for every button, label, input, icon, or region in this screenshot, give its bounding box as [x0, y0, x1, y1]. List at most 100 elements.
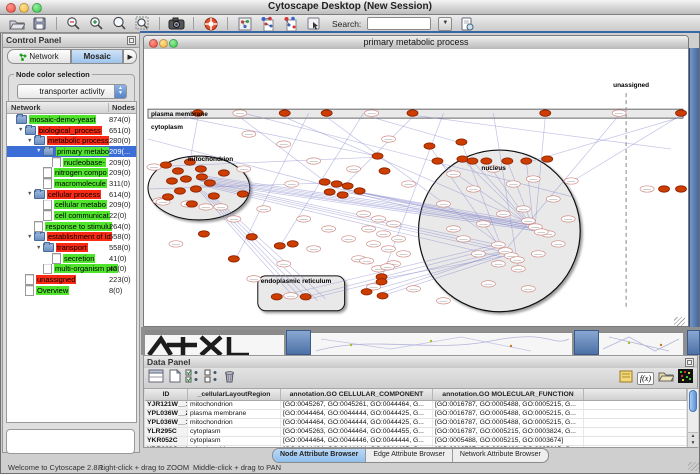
- table-cell[interactable]: YJR121W__1: [145, 401, 188, 409]
- tree-row[interactable]: multi-organism pro42(0): [7, 264, 136, 275]
- network-node-orange[interactable]: [174, 188, 185, 194]
- table-cell[interactable]: [GO:0045263, GO:0044464, GO:0044455, G..…: [281, 428, 433, 436]
- network-node-white[interactable]: [564, 178, 578, 184]
- network-node-white[interactable]: [387, 221, 401, 227]
- network-node-orange[interactable]: [319, 179, 330, 185]
- float-panel-icon[interactable]: [685, 358, 694, 367]
- table-cell[interactable]: [584, 428, 687, 436]
- table-cell[interactable]: [GO:0016787, GO:0005215, GO:0003824, G..…: [433, 428, 584, 436]
- zoom-in-icon[interactable]: [88, 16, 105, 31]
- network-node-orange[interactable]: [300, 294, 311, 300]
- tree-row[interactable]: nucleobase-209(0): [7, 157, 136, 168]
- expand-arrow-icon[interactable]: ▼: [36, 148, 43, 154]
- background-window-canvas[interactable]: [599, 332, 683, 356]
- background-window-titlebar[interactable]: [574, 330, 599, 355]
- network-node-white[interactable]: [510, 257, 524, 263]
- background-window-canvas[interactable]: [311, 332, 572, 356]
- network-node-orange[interactable]: [204, 180, 215, 186]
- table-cell[interactable]: [GO:0016787, GO:0005488, GO:0005215, G..…: [433, 401, 584, 409]
- tree-row[interactable]: ▼metabolic process280(0): [7, 135, 136, 146]
- network-node-white[interactable]: [534, 229, 548, 235]
- network-node-orange[interactable]: [228, 256, 239, 262]
- network-node-white[interactable]: [247, 276, 261, 282]
- table-cell[interactable]: [584, 410, 687, 418]
- table-cell[interactable]: YLR295C: [145, 428, 188, 436]
- network-node-white[interactable]: [481, 281, 495, 287]
- network-node-orange[interactable]: [172, 168, 183, 174]
- tree-row[interactable]: secretion41(0): [7, 253, 136, 264]
- network-node-white[interactable]: [382, 246, 396, 252]
- network-node-orange[interactable]: [237, 191, 248, 197]
- attribute-select-icon[interactable]: [148, 369, 164, 388]
- network-node-white[interactable]: [307, 158, 321, 164]
- column-header[interactable]: annotation.GO CELLULAR_COMPONENT: [281, 389, 433, 400]
- table-row[interactable]: YPL036W__1mitochondrion[GO:0044464, GO:0…: [145, 419, 687, 428]
- tab-overflow-arrow[interactable]: ▶: [123, 49, 137, 64]
- network-node-white[interactable]: [640, 186, 654, 192]
- network-node-orange[interactable]: [190, 186, 201, 192]
- table-cell[interactable]: mitochondrion: [188, 419, 281, 427]
- column-header[interactable]: ID: [145, 389, 188, 400]
- network-node-orange[interactable]: [287, 241, 298, 247]
- snapshot-icon[interactable]: [168, 16, 185, 31]
- network-node-white[interactable]: [214, 204, 228, 210]
- background-window-titlebar[interactable]: [286, 330, 311, 355]
- tree-row[interactable]: unassigned223(0): [7, 274, 136, 285]
- table-cell[interactable]: [GO:0044464, GO:0044444, GO:0044425, G..…: [281, 446, 433, 447]
- table-cell[interactable]: [584, 446, 687, 447]
- table-cell[interactable]: YDR039C__1: [145, 446, 188, 447]
- zoom-selected-icon[interactable]: [111, 16, 128, 31]
- network-node-white[interactable]: [546, 196, 560, 202]
- network-node-white[interactable]: [285, 181, 299, 187]
- table-cell[interactable]: cytoplasm: [188, 428, 281, 436]
- column-header[interactable]: [584, 389, 687, 400]
- network-window-titlebar[interactable]: primary metabolic process: [144, 36, 688, 50]
- network-node-white[interactable]: [511, 266, 525, 272]
- network-node-white[interactable]: [436, 201, 450, 207]
- tree-row[interactable]: ▼biological_process651(0): [7, 125, 136, 136]
- network-node-white[interactable]: [199, 204, 213, 210]
- column-header[interactable]: annotation.GO MOLECULAR_FUNCTION: [433, 389, 584, 400]
- network-node-orange[interactable]: [246, 234, 257, 240]
- network-node-orange[interactable]: [407, 110, 418, 116]
- network-node-orange[interactable]: [376, 279, 387, 285]
- expand-arrow-icon[interactable]: ▼: [27, 234, 34, 240]
- open-icon[interactable]: [8, 16, 25, 31]
- table-cell[interactable]: mitochondrion: [188, 401, 281, 409]
- network-node-white[interactable]: [521, 286, 535, 292]
- network-node-orange[interactable]: [162, 194, 173, 200]
- network-node-orange[interactable]: [279, 110, 290, 116]
- function-builder-icon[interactable]: f(x): [637, 372, 654, 385]
- network-node-orange[interactable]: [676, 110, 687, 116]
- network-node-orange[interactable]: [166, 178, 177, 184]
- network-node-white[interactable]: [446, 226, 460, 232]
- expand-arrow-icon[interactable]: ▼: [36, 245, 43, 251]
- tree-row[interactable]: ▼primary metabo209(...: [7, 146, 136, 157]
- network-node-white[interactable]: [466, 186, 480, 192]
- table-cell[interactable]: [GO:0044464, GO:0044446, GO:0044444, G..…: [281, 437, 433, 445]
- network-node-white[interactable]: [506, 181, 520, 187]
- column-header[interactable]: _cellularLayoutRegion: [188, 389, 281, 400]
- network-node-white[interactable]: [257, 206, 271, 212]
- table-cell[interactable]: [584, 401, 687, 409]
- network-node-orange[interactable]: [379, 168, 390, 174]
- search-dropdown-icon[interactable]: ▼: [438, 17, 452, 31]
- network-node-white[interactable]: [277, 261, 291, 267]
- table-cell[interactable]: [GO:0044464, GO:0044444, GO:0044425, G..…: [281, 419, 433, 427]
- table-cell[interactable]: [GO:0016787, GO:0005488, GO:0005215, G..…: [433, 410, 584, 418]
- table-cell[interactable]: YPL036W__1: [145, 419, 188, 427]
- network-node-orange[interactable]: [481, 158, 492, 164]
- table-row[interactable]: YDR039C__1mitochondrion[GO:0044464, GO:0…: [145, 446, 687, 447]
- network-node-orange[interactable]: [186, 201, 197, 207]
- network-node-orange[interactable]: [457, 156, 468, 162]
- table-row[interactable]: YJR121W__1mitochondrion[GO:0045267, GO:0…: [145, 401, 687, 410]
- table-row[interactable]: YKR052Ccytoplasm[GO:0044464, GO:0044446,…: [145, 437, 687, 446]
- table-cell[interactable]: cytoplasm: [188, 437, 281, 445]
- tree-row[interactable]: nitrogen compo209(0): [7, 167, 136, 178]
- network-node-orange[interactable]: [372, 153, 383, 159]
- network-node-white[interactable]: [526, 176, 540, 182]
- unselect-all-attributes-icon[interactable]: [204, 369, 219, 388]
- network-node-orange[interactable]: [502, 158, 513, 164]
- expand-arrow-icon[interactable]: ▼: [27, 138, 34, 144]
- table-cell[interactable]: [GO:0045267, GO:0045261, GO:0044464, G..…: [281, 401, 433, 409]
